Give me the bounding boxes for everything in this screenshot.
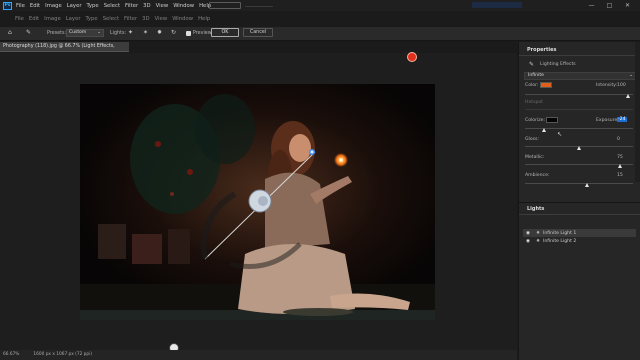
photo-image (80, 84, 435, 320)
photo-canvas[interactable] (80, 84, 435, 320)
metallic-slider-knob[interactable] (617, 164, 622, 168)
photoshop-logo-icon[interactable]: Ps (3, 1, 12, 10)
light-type-value: Infinite (528, 73, 544, 78)
light-type-select[interactable]: Infinite ⌄ (524, 72, 636, 80)
cancel-button[interactable]: Cancel (243, 28, 273, 37)
menu-layer[interactable]: Layer (67, 3, 82, 9)
presets-select[interactable]: Custom ⌄ (66, 29, 104, 37)
visibility-eye-icon[interactable]: ◉ (523, 239, 533, 244)
ghost-menu-window: Window (172, 16, 194, 22)
presets-label: Presets: (47, 31, 67, 36)
menu-select[interactable]: Select (104, 3, 120, 9)
gloss-slider-knob[interactable] (576, 146, 581, 150)
spot-light-icon[interactable]: ✦ (128, 29, 133, 36)
menu-image[interactable]: Image (45, 3, 62, 9)
title-highlight (472, 2, 522, 8)
light-color-swatch[interactable] (540, 82, 552, 88)
ghost-menu-file: File (15, 16, 24, 22)
intensity-value[interactable]: 100 (617, 83, 626, 88)
ambience-slider-knob[interactable] (585, 183, 590, 187)
menu-filter[interactable]: Filter (125, 3, 138, 9)
preview-label: Preview (193, 31, 212, 36)
metallic-label: Metallic: (525, 155, 545, 160)
lights-list-item[interactable]: ◉ ✸ Infinite Light 2 (523, 237, 636, 245)
status-bar: 66.67% 1600 px x 1067 px (72 ppi) (0, 350, 517, 360)
ghost-menu-filter: Filter (124, 16, 138, 22)
document-tab[interactable]: Photography (118).jpg @ 66.7% (Light Eff… (0, 42, 129, 59)
light-name: Infinite Light 2 (543, 238, 577, 244)
title-field[interactable] (209, 2, 241, 9)
exposure-label: Exposure: (596, 118, 619, 123)
intensity-label: Intensity: (596, 83, 618, 88)
maximize-button[interactable]: □ (603, 0, 616, 11)
divider (519, 214, 640, 215)
document-info: 1600 px x 1067 px (72 ppi) (33, 352, 93, 357)
hotspot-slider (525, 109, 633, 110)
reset-icon[interactable]: ↻ (171, 29, 176, 36)
color-label: Color: (525, 83, 539, 88)
minimize-button[interactable]: — (585, 0, 598, 11)
gloss-value[interactable]: 0 (617, 137, 620, 142)
intensity-slider[interactable] (525, 94, 633, 98)
chevron-down-icon: ⌄ (629, 73, 633, 78)
lighting-effects-label: Lighting Effects (540, 62, 576, 67)
divider (519, 55, 640, 56)
ghost-menu-layer: Layer (65, 16, 81, 22)
point-light-icon[interactable]: ✶ (143, 29, 148, 36)
visibility-eye-icon[interactable]: ◉ (523, 231, 533, 236)
metallic-value[interactable]: 75 (617, 155, 623, 160)
zoom-level[interactable]: 66.67% (3, 352, 19, 357)
mouse-cursor-icon: ↖ (557, 131, 563, 138)
ghost-menu-3d: 3D (142, 16, 150, 22)
lighting-effects-icon: ✎ (529, 61, 535, 68)
menu-view[interactable]: View (156, 3, 169, 9)
colorize-label: Colorize: (525, 118, 546, 123)
close-button[interactable]: ✕ (621, 0, 634, 11)
exposure-slider[interactable] (525, 128, 633, 132)
ghost-menu-select: Select (102, 16, 120, 22)
properties-panel: Properties ✎ Lighting Effects Infinite ⌄ … (518, 42, 640, 360)
lights-list-item[interactable]: ◉ ✸ Infinite Light 1 (523, 229, 636, 237)
home-icon[interactable]: ⌂ (8, 29, 12, 36)
preview-checkbox[interactable] (186, 31, 191, 36)
ambience-slider[interactable] (525, 183, 633, 187)
presets-value: Custom (69, 30, 87, 35)
lighting-tool-icon[interactable]: ✎ (26, 29, 31, 36)
exposure-value[interactable]: -24 (617, 117, 627, 122)
gloss-slider[interactable] (525, 146, 633, 150)
menu-bar: Ps File Edit Image Layer Type Select Fil… (0, 0, 640, 11)
ghost-menu-image: Image (44, 16, 61, 22)
intensity-slider-knob[interactable] (626, 94, 631, 98)
ambience-value[interactable]: 15 (617, 173, 623, 178)
metallic-slider[interactable] (525, 164, 633, 168)
lights-panel-title: Lights (527, 206, 545, 212)
ghost-menu-edit: Edit (28, 16, 40, 22)
properties-title: Properties (527, 47, 557, 53)
divider (519, 202, 640, 203)
lights-label: Lights: (110, 31, 127, 36)
ghost-menu-help: Help (198, 16, 211, 22)
menu-window[interactable]: Window (173, 3, 194, 9)
colorize-swatch[interactable] (546, 117, 558, 123)
chevron-down-icon: ⌄ (97, 30, 101, 35)
menu-file[interactable]: File (16, 3, 25, 9)
menu-bar-ghost: File Edit Image Layer Type Select Filter… (0, 13, 210, 25)
infinite-light-icon: ✸ (536, 230, 540, 236)
hotspot-label: Hotspot (525, 100, 543, 105)
infinite-light-icon[interactable]: ✸ (157, 29, 162, 36)
panel-scrollbar[interactable] (635, 42, 640, 182)
ghost-menu-type: Type (85, 16, 98, 22)
ambience-label: Ambience: (525, 173, 550, 178)
ok-button[interactable]: OK (211, 28, 239, 37)
light-marker-icon[interactable] (407, 52, 417, 62)
infinite-light-icon: ✸ (536, 238, 540, 244)
menu-type[interactable]: Type (87, 3, 99, 9)
exposure-slider-knob[interactable] (541, 128, 546, 132)
menu-edit[interactable]: Edit (30, 3, 40, 9)
gloss-label: Gloss: (525, 137, 539, 142)
light-name: Infinite Light 1 (543, 230, 577, 236)
ghost-menu-view: View (154, 16, 168, 22)
menu-3d[interactable]: 3D (143, 3, 150, 9)
title-field-underline (245, 3, 273, 7)
